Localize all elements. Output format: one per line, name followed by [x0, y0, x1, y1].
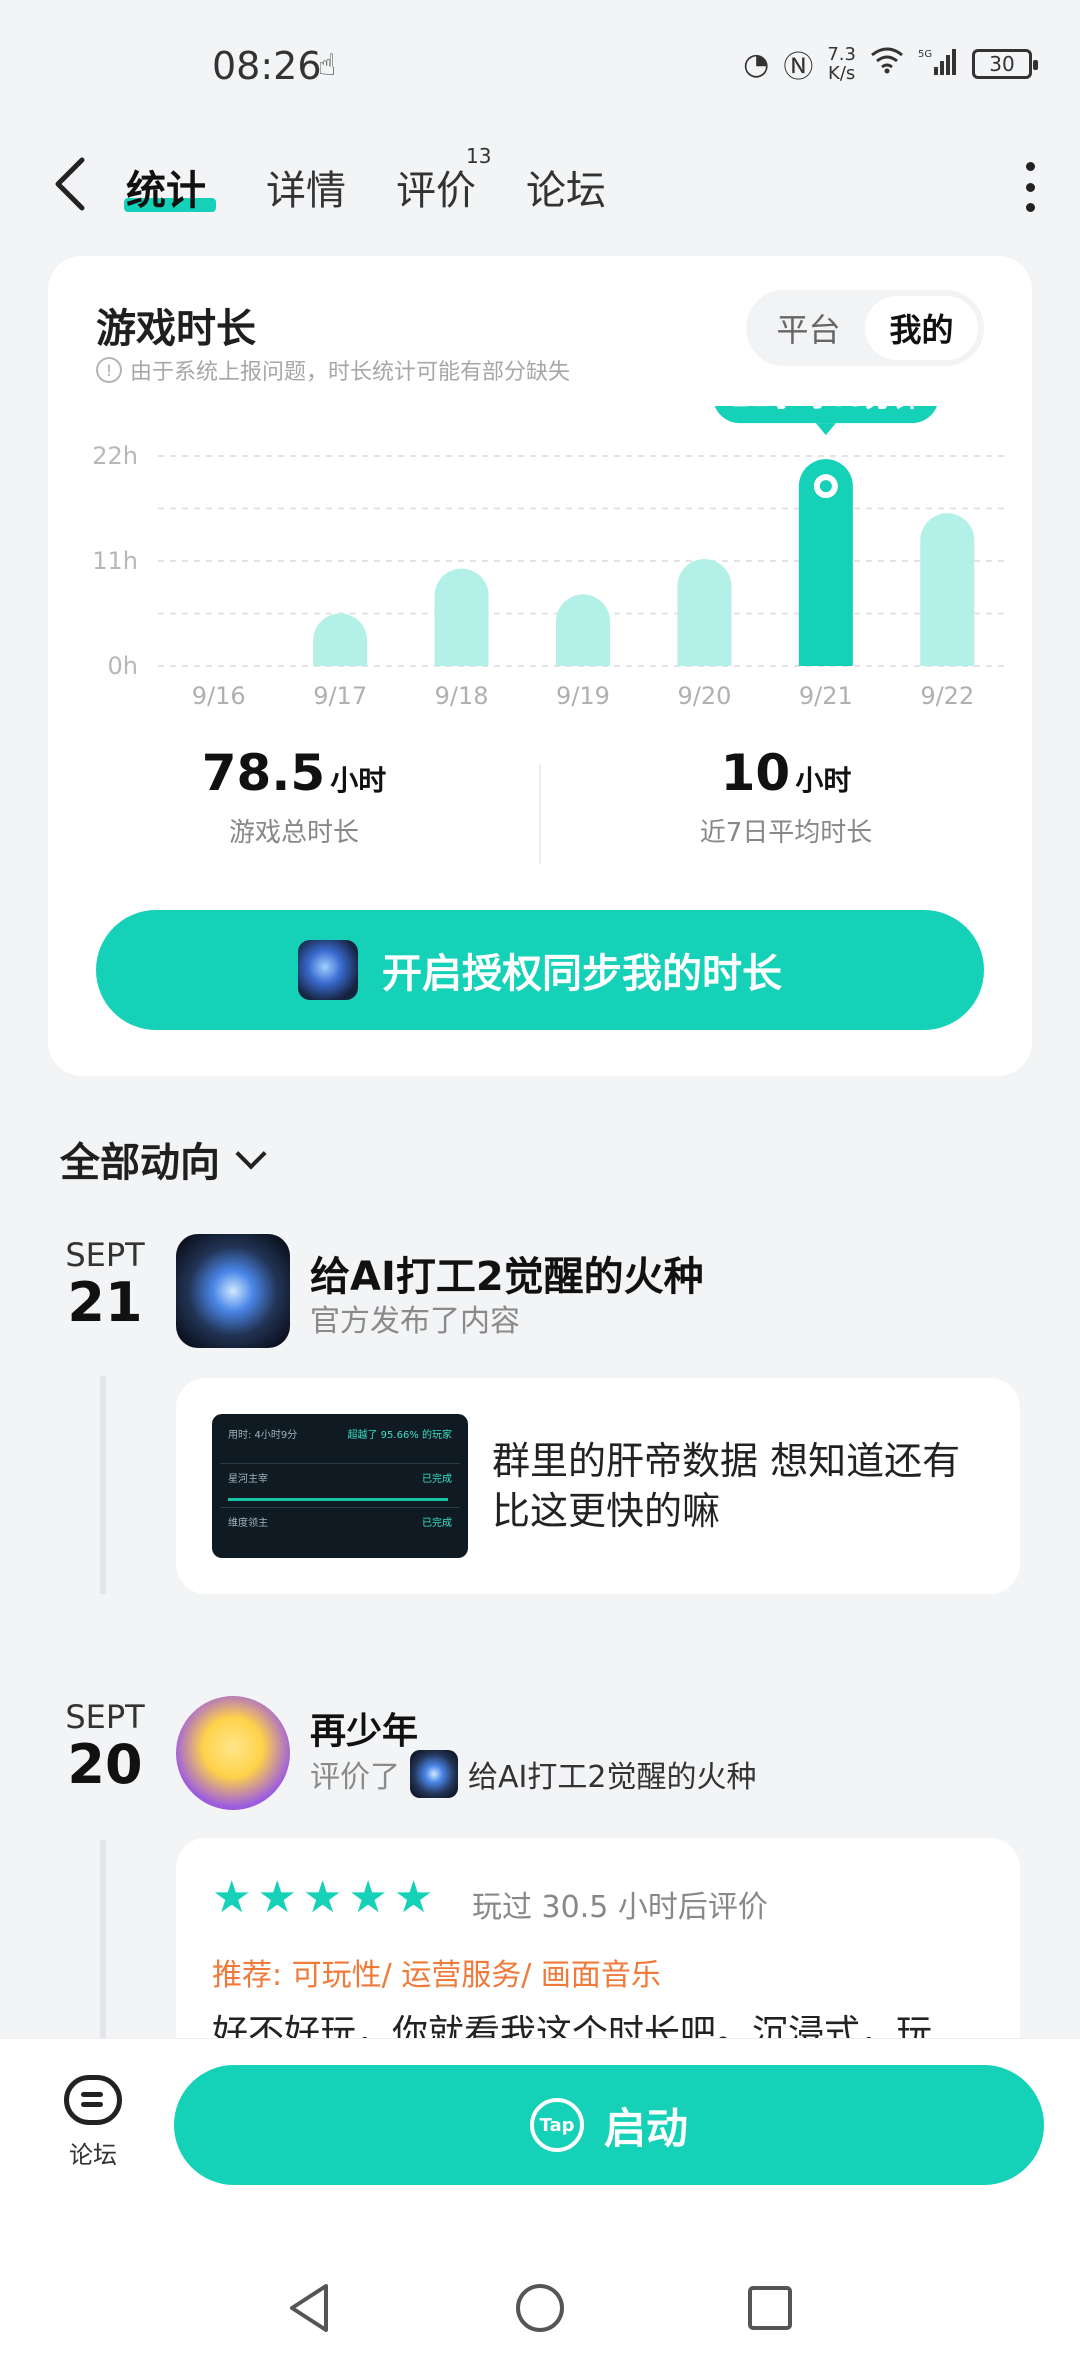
- status-time: 08:26: [212, 44, 322, 88]
- wifi-icon: [870, 46, 904, 82]
- top-nav: 统计 详情 评价 13 论坛: [0, 140, 1080, 230]
- playtime-summary: 78.5 小时 游戏总时长 10 小时 近7日平均时长: [48, 744, 1032, 874]
- tab-forum[interactable]: 论坛: [526, 158, 606, 216]
- feed-filter-dropdown[interactable]: 全部动向: [60, 1130, 267, 1188]
- platform-mine-toggle: 平台 我的: [746, 290, 984, 366]
- star-icon: ★: [393, 1872, 434, 1923]
- x-tick-label: 9/18: [435, 682, 489, 710]
- star-icon: ★: [348, 1872, 388, 1923]
- y-tick-label: 0h: [108, 652, 138, 680]
- home-circle-icon[interactable]: [512, 2280, 568, 2336]
- x-tick-label: 9/20: [677, 682, 731, 710]
- x-tick-label: 9/16: [192, 682, 246, 710]
- star-icon: ★: [212, 1872, 252, 1923]
- system-nav-bar: [0, 2228, 1080, 2376]
- playtime-bar-chart: 0h 11h 22h 9/16 9/17 9/18 9/19 9/20 21小时40分钟 9/21…: [92, 406, 1008, 710]
- reviews-count-badge: 13: [466, 144, 492, 168]
- feed-game-title[interactable]: 给AI打工2觉醒的火种: [310, 1244, 704, 1302]
- reviewed-game-link[interactable]: 给AI打工2觉醒的火种: [468, 1752, 756, 1796]
- back-triangle-icon[interactable]: [282, 2280, 338, 2336]
- back-arrow-icon: [55, 157, 85, 211]
- bar: [434, 568, 489, 666]
- thread-line: [100, 1840, 106, 2040]
- average-playtime: 10 小时 近7日平均时长: [699, 744, 873, 848]
- card-title: 游戏时长: [96, 306, 256, 352]
- tab-reviews[interactable]: 评价: [396, 158, 476, 216]
- bar: [313, 613, 368, 666]
- chevron-down-icon: [235, 1138, 267, 1170]
- played-hours: 玩过 30.5 小时后评价: [472, 1890, 768, 1925]
- x-tick-label: 9/17: [313, 682, 367, 710]
- bottom-action-bar: 论坛 Tap 启动: [0, 2038, 1080, 2228]
- feed-user-name[interactable]: 再少年: [310, 1702, 418, 1754]
- bar: [920, 513, 975, 666]
- svg-text:5G: 5G: [918, 49, 932, 60]
- nfc-icon: Ⓝ: [783, 50, 814, 85]
- y-tick-label: 22h: [92, 442, 138, 470]
- tap-logo-icon: Tap: [529, 2098, 584, 2152]
- tab-stats[interactable]: 统计: [126, 158, 206, 216]
- review-card[interactable]: ★ ★ ★ ★ ★ 玩过 30.5 小时后评价 推荐: 可玩性/ 运营服务/ 画面音乐 …: [176, 1838, 1020, 2038]
- more-options-icon[interactable]: [1020, 162, 1040, 212]
- toggle-mine[interactable]: 我的: [865, 296, 978, 360]
- sync-playtime-button[interactable]: 开启授权同步我的时长: [96, 910, 984, 1030]
- status-bar: 08:26 ☝ ◔ Ⓝ 7.3 K/s 5G 30: [0, 0, 1080, 130]
- tab-details[interactable]: 详情: [266, 158, 346, 216]
- x-tick-label: 9/19: [556, 682, 610, 710]
- launch-button[interactable]: Tap 启动: [174, 2065, 1044, 2185]
- touch-icon: ☝: [318, 48, 337, 83]
- star-icon: ★: [302, 1872, 343, 1923]
- toggle-platform[interactable]: 平台: [752, 296, 865, 360]
- review-text: 好不好玩，你就看我这个时长吧。沉浸式，玩: [212, 2013, 933, 2038]
- post-thumbnail: 用时: 4小时9分 超越了 95.66% 的玩家 星河主宰 已完成 维度领主 已完成: [212, 1414, 468, 1558]
- net-speed: 7.3 K/s: [827, 44, 856, 84]
- highlight-label: 21小时40分钟: [731, 406, 921, 413]
- game-icon: [410, 1750, 458, 1798]
- bar: [556, 594, 610, 666]
- feed-date: SEPT 20: [65, 1698, 145, 1796]
- bar-marker-dot: [819, 480, 832, 493]
- feed-date: SEPT 21: [65, 1236, 145, 1334]
- card-note: ! 由于系统上报问题，时长统计可能有部分缺失: [96, 354, 570, 386]
- signal-icon: 5G: [918, 47, 958, 81]
- game-avatar[interactable]: [176, 1234, 290, 1348]
- x-tick-label: 9/22: [920, 682, 974, 710]
- official-post-card[interactable]: 用时: 4小时9分 超越了 95.66% 的玩家 星河主宰 已完成 维度领主 已完成 …: [176, 1378, 1020, 1594]
- recents-square-icon[interactable]: [742, 2280, 798, 2336]
- chat-bubble-icon: [64, 2075, 122, 2125]
- total-playtime: 78.5 小时 游戏总时长: [201, 744, 387, 848]
- feed-subtitle: 评价了 给AI打工2觉醒的火种: [310, 1750, 756, 1798]
- hd-call-icon: ◔: [743, 46, 770, 82]
- y-tick-label: 11h: [92, 547, 138, 575]
- recommend-tags: 推荐: 可玩性/ 运营服务/ 画面音乐: [212, 1958, 661, 1993]
- user-avatar[interactable]: [176, 1696, 290, 1810]
- forum-button[interactable]: 论坛: [48, 2075, 138, 2170]
- post-text: 群里的肝帝数据 想知道还有比这更快的嘛: [492, 1439, 961, 1533]
- bar: [677, 559, 732, 666]
- thread-line: [100, 1376, 106, 1594]
- battery-icon: 30: [972, 49, 1038, 79]
- x-tick-label: 9/21: [799, 682, 853, 710]
- game-icon: [298, 940, 358, 1000]
- playtime-card: 游戏时长 ! 由于系统上报问题，时长统计可能有部分缺失 平台 我的 0h 11h 2…: [48, 256, 1032, 1076]
- feed-subtitle: 官方发布了内容: [310, 1304, 520, 1339]
- rating-stars: ★ ★ ★ ★ ★: [212, 1876, 433, 1920]
- info-icon: !: [96, 357, 122, 383]
- status-icons: ◔ Ⓝ 7.3 K/s 5G 30: [743, 42, 1038, 86]
- star-icon: ★: [257, 1872, 297, 1923]
- back-button[interactable]: [48, 154, 98, 214]
- tooltip-pointer: [815, 423, 836, 436]
